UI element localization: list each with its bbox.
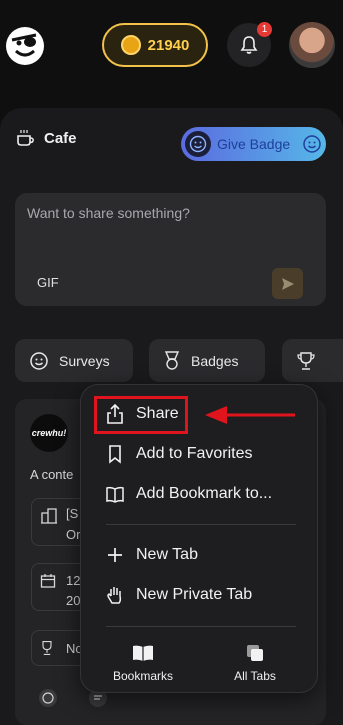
- bookmark-icon: [109, 445, 121, 464]
- post-placeholder[interactable]: Want to share something?: [27, 205, 190, 221]
- smiley-icon: [30, 351, 48, 370]
- calendar-icon: [40, 574, 56, 588]
- menu-add-favorites[interactable]: Add to Favorites: [106, 440, 253, 468]
- badges-chip[interactable]: Badges: [149, 339, 265, 382]
- menu-new-private-tab-label: New Private Tab: [136, 586, 253, 603]
- badges-label: Badges: [191, 352, 239, 369]
- all-tabs-button[interactable]: All Tabs: [222, 643, 288, 683]
- crewhu-logo: crewhu!: [30, 414, 68, 452]
- card-row1-line2: Or: [66, 527, 81, 542]
- tabs-icon: [247, 645, 263, 661]
- notification-count-badge: 1: [257, 22, 272, 37]
- all-tabs-label: All Tabs: [234, 669, 276, 683]
- app-logo[interactable]: [6, 27, 44, 65]
- medal-icon: [164, 350, 180, 370]
- surveys-label: Surveys: [59, 352, 110, 369]
- share-highlight-box: [94, 396, 188, 434]
- menu-divider: [106, 626, 296, 627]
- coin-value: 21940: [147, 36, 190, 54]
- send-button[interactable]: [272, 268, 303, 299]
- menu-add-favorites-label: Add to Favorites: [136, 445, 253, 462]
- user-avatar[interactable]: [289, 22, 335, 68]
- card-row1-line1: [S: [66, 506, 79, 521]
- open-book-icon: [106, 486, 124, 503]
- coin-balance[interactable]: 21940: [102, 23, 208, 67]
- surveys-chip[interactable]: Surveys: [15, 339, 133, 382]
- menu-divider: [106, 524, 296, 525]
- menu-add-bookmark[interactable]: Add Bookmark to...: [106, 480, 272, 508]
- give-badge-label: Give Badge: [217, 136, 291, 152]
- bell-icon: [240, 36, 258, 54]
- menu-add-bookmark-label: Add Bookmark to...: [136, 485, 273, 502]
- card-date-line2: 20: [66, 593, 81, 608]
- give-badge-button[interactable]: Give Badge: [181, 127, 326, 161]
- plus-icon: [108, 548, 122, 562]
- menu-new-tab[interactable]: New Tab: [106, 541, 198, 569]
- bookmarks-book-icon: [133, 645, 153, 661]
- red-arrow-annotation: [205, 406, 295, 424]
- send-icon: [281, 277, 294, 290]
- smiley-icon: [185, 131, 211, 157]
- menu-new-tab-label: New Tab: [136, 546, 198, 563]
- card-content-text: A conte: [30, 467, 74, 482]
- reaction-icon[interactable]: [38, 688, 58, 708]
- smiley-outline-icon: [303, 135, 321, 153]
- coffee-cup-icon: [17, 130, 34, 146]
- hand-icon: [107, 587, 122, 604]
- bookmarks-button[interactable]: Bookmarks: [108, 643, 178, 683]
- menu-new-private-tab[interactable]: New Private Tab: [106, 581, 252, 609]
- trophy-icon: [297, 351, 315, 370]
- building-icon: [41, 508, 57, 524]
- leaderboard-chip[interactable]: [282, 339, 343, 382]
- bookmarks-label: Bookmarks: [112, 669, 174, 683]
- trophy-icon: [42, 641, 52, 655]
- coin-icon: [120, 35, 141, 55]
- channel-title: Cafe: [16, 129, 77, 147]
- gif-button[interactable]: GIF: [37, 275, 59, 290]
- smiley-eyepatch-icon: [8, 29, 42, 63]
- channel-label: Cafe: [44, 129, 77, 147]
